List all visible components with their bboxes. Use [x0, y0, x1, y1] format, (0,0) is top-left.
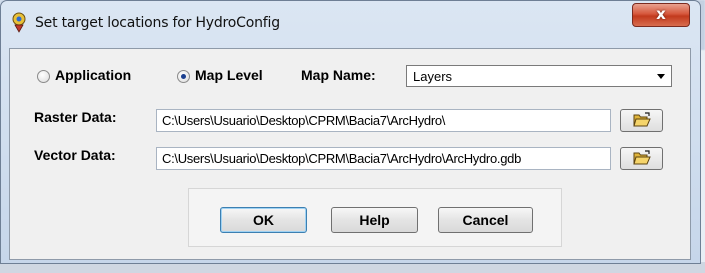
raster-browse-button[interactable] [620, 109, 663, 132]
dialog-body: Application Map Level Map Name: Layers R… [9, 48, 691, 260]
map-name-value: Layers [413, 69, 453, 84]
map-level-radio-label: Map Level [195, 67, 263, 83]
ok-button[interactable]: OK [220, 207, 307, 233]
application-radio[interactable] [37, 70, 50, 83]
close-icon: x [656, 5, 666, 23]
map-level-radio[interactable] [177, 70, 190, 83]
open-folder-icon [633, 150, 651, 165]
cancel-button[interactable]: Cancel [438, 207, 533, 233]
map-name-dropdown[interactable]: Layers [406, 65, 672, 87]
open-folder-icon [633, 112, 651, 127]
raster-data-field[interactable]: C:\Users\Usuario\Desktop\CPRM\Bacia7\Arc… [156, 109, 611, 132]
chevron-down-icon [657, 74, 665, 79]
action-button-group: OK Help Cancel [188, 188, 562, 247]
hydro-config-icon [9, 11, 31, 33]
window-title: Set target locations for HydroConfig [35, 15, 280, 31]
help-button[interactable]: Help [331, 207, 418, 233]
vector-browse-button[interactable] [620, 147, 663, 170]
application-radio-label: Application [55, 67, 132, 83]
vector-data-label: Vector Data: [34, 147, 116, 163]
raster-data-label: Raster Data: [34, 109, 117, 125]
close-button[interactable]: x [632, 3, 690, 27]
vector-data-field[interactable]: C:\Users\Usuario\Desktop\CPRM\Bacia7\Arc… [156, 147, 611, 170]
map-name-label: Map Name: [301, 67, 376, 83]
title-bar[interactable]: Set target locations for HydroConfig x [1, 1, 700, 45]
dialog-window: Set target locations for HydroConfig x A… [0, 0, 701, 264]
